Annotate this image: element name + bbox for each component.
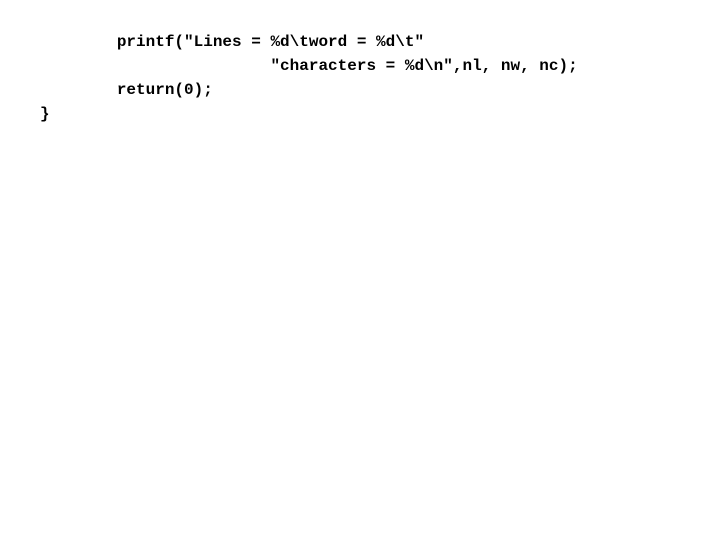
- code-line-3: return(0);: [40, 81, 213, 99]
- slide-canvas: printf("Lines = %d\tword = %d\t" "charac…: [0, 0, 720, 540]
- code-line-4: }: [40, 105, 50, 123]
- code-block: printf("Lines = %d\tword = %d\t" "charac…: [0, 30, 720, 126]
- code-line-1: printf("Lines = %d\tword = %d\t": [40, 33, 424, 51]
- code-line-2: "characters = %d\n",nl, nw, nc);: [40, 57, 578, 75]
